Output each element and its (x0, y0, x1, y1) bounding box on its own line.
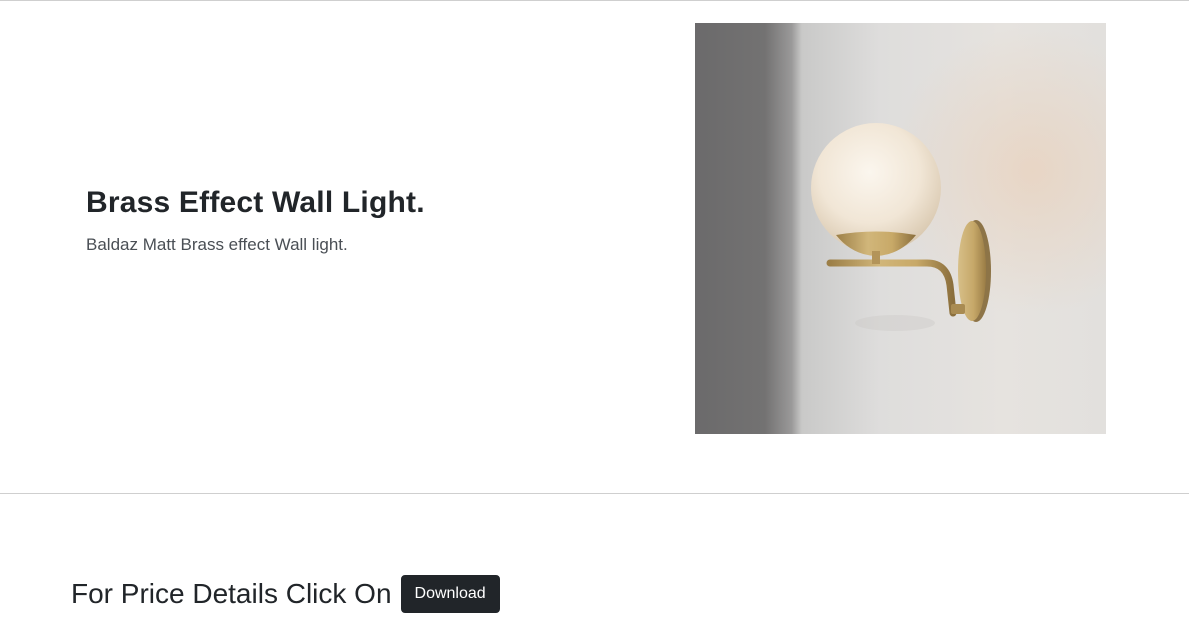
top-divider (0, 0, 1189, 1)
download-button[interactable]: Download (400, 575, 500, 613)
product-title: Brass Effect Wall Light. (86, 186, 425, 219)
page: Brass Effect Wall Light. Baldaz Matt Bra… (0, 0, 1189, 644)
product-image (695, 23, 1106, 434)
price-details-row: For Price Details Click On Download (71, 574, 500, 614)
product-description: Baldaz Matt Brass effect Wall light. (86, 235, 348, 254)
section-divider (0, 493, 1189, 494)
price-details-text: For Price Details Click On (71, 578, 392, 609)
